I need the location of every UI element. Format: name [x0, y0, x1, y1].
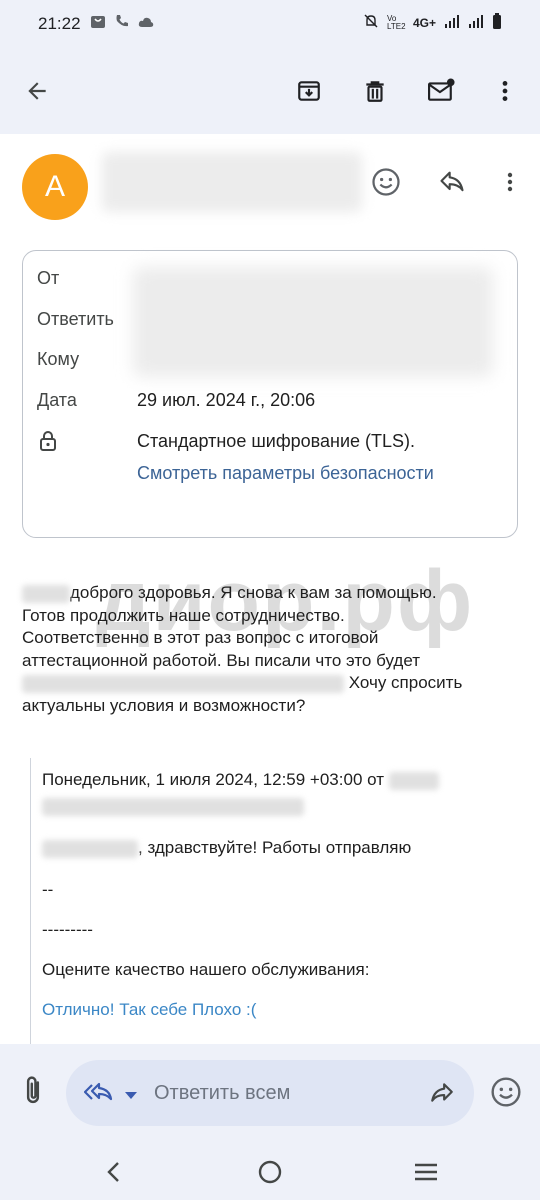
signal-icon: [444, 14, 460, 31]
quoted-greeting: , здравствуйте! Работы отправляю: [42, 838, 411, 858]
quoted-address-redacted: [42, 796, 304, 816]
mark-unread-button[interactable]: [418, 68, 464, 114]
sender-info-redacted[interactable]: [102, 152, 362, 212]
cloud-icon: [138, 15, 154, 33]
rating-links: Отлично! Так себе Плохо :(: [42, 1000, 256, 1020]
battery-icon: [492, 13, 502, 32]
reply-all-field[interactable]: Ответить всем: [66, 1060, 474, 1126]
network-label: 4G+: [412, 15, 436, 30]
home-circle-icon: [258, 1160, 282, 1184]
name-redacted: [22, 584, 70, 603]
shopping-bag-icon: [90, 13, 106, 34]
reply-to-label: Ответить: [37, 309, 114, 329]
message-toolbar: [0, 48, 540, 134]
missed-call-icon: [114, 13, 130, 34]
nav-recents-button[interactable]: [406, 1154, 446, 1190]
sender-avatar[interactable]: A: [22, 154, 88, 220]
quoted-message: Понедельник, 1 июля 2024, 12:59 +03:00 о…: [30, 758, 520, 1044]
reply-all-icon[interactable]: [83, 1080, 116, 1111]
system-nav-bar: [0, 1144, 540, 1200]
rate-bad-link[interactable]: Плохо :(: [192, 1000, 256, 1019]
forward-button[interactable]: [428, 1080, 456, 1111]
date-value: 29 июл. 2024 г., 20:06: [137, 390, 316, 410]
paperclip-icon: [26, 1076, 40, 1104]
text-redacted: [22, 674, 344, 693]
rate-ok-link[interactable]: Так себе: [119, 1000, 187, 1019]
chevron-left-icon: [107, 1162, 119, 1182]
archive-button[interactable]: [286, 68, 332, 114]
message-details-card: От Ответить Кому Дата 29 июл. 2024 г., 2…: [22, 250, 518, 538]
reply-all-label: Ответить всем: [154, 1082, 291, 1104]
rate-prompt: Оцените качество нашего обслуживания:: [42, 960, 370, 979]
message-body: доброго здоровья. Я снова к вам за помощ…: [22, 583, 463, 715]
message-content: A От Ответить Кому Дата 29 июл. 2024 г.,…: [0, 134, 540, 1044]
message-more-button[interactable]: [490, 162, 530, 202]
security-details-link[interactable]: Смотреть параметры безопасности: [137, 463, 434, 484]
signature-divider: ---------: [42, 920, 93, 939]
to-label: Кому: [37, 349, 80, 369]
delete-button[interactable]: [352, 68, 398, 114]
quoted-header: Понедельник, 1 июля 2024, 12:59 +03:00 о…: [42, 770, 439, 790]
reply-bar: Ответить всем: [0, 1044, 540, 1144]
reply-button[interactable]: [432, 162, 472, 202]
menu-lines-icon: [415, 1163, 437, 1181]
status-bar: 21:22 Vo LTE2 4G+: [0, 0, 540, 48]
emoji-button[interactable]: [490, 1076, 522, 1113]
reply-icon: [440, 171, 464, 192]
chevron-down-icon[interactable]: [124, 1088, 138, 1106]
silent-icon: [363, 13, 379, 32]
back-button[interactable]: [14, 68, 60, 114]
encryption-value: Стандартное шифрование (TLS).: [137, 431, 416, 451]
more-options-button[interactable]: [482, 68, 528, 114]
emoji-reaction-button[interactable]: [366, 162, 406, 202]
nav-home-button[interactable]: [250, 1154, 290, 1190]
arrow-left-icon: [28, 82, 46, 100]
more-vert-icon: [502, 81, 508, 101]
signal-2-icon: [468, 14, 484, 31]
archive-icon: [298, 81, 320, 101]
trash-icon: [366, 81, 384, 102]
smiley-icon: [372, 168, 400, 196]
from-label: От: [37, 268, 60, 288]
more-vert-icon: [507, 172, 513, 192]
date-label: Дата: [37, 390, 77, 410]
signature-dash: --: [42, 880, 54, 899]
smiley-icon: [491, 1077, 521, 1107]
lock-icon: [39, 431, 57, 456]
rate-excellent-link[interactable]: Отлично!: [42, 1000, 114, 1019]
attach-button[interactable]: [18, 1074, 48, 1113]
mail-unread-icon: [428, 78, 455, 101]
addresses-redacted: [133, 267, 493, 377]
forward-icon: [431, 1083, 453, 1102]
status-time: 21:22: [38, 14, 81, 33]
nav-back-button[interactable]: [94, 1154, 134, 1190]
volte-label: Vo LTE2: [386, 13, 406, 31]
